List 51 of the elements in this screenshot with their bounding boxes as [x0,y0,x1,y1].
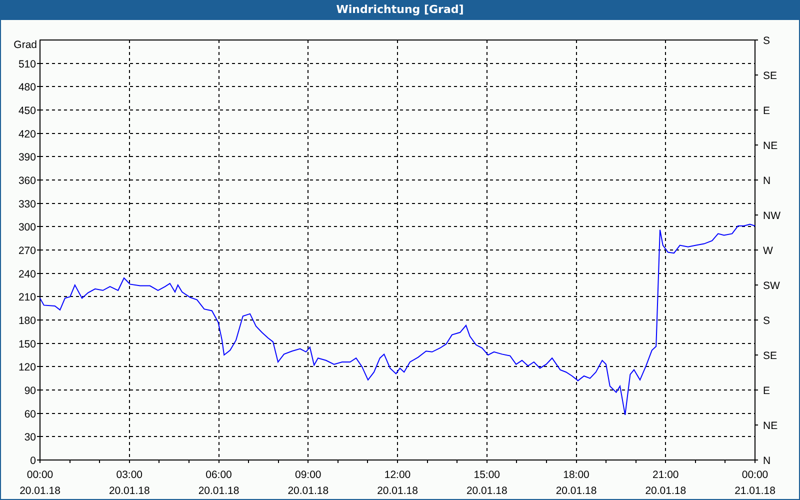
x-axis-label: 12:00 [384,469,411,481]
compass-label: E [763,105,770,117]
compass-label: NW [763,210,780,222]
y-axis-label: 300 [18,222,36,234]
y-axis-label: 450 [18,105,36,117]
compass-label: E [763,385,770,397]
x-axis-label: 21:00 [652,469,679,481]
y-axis-label: 420 [18,128,36,140]
date-label: 20.01.18 [288,485,329,497]
date-label: 20.01.18 [108,485,150,497]
date-label: 20.01.18 [20,485,60,497]
compass-label: N [763,455,771,467]
y-axis-label: 510 [18,58,36,70]
y-axis-label: 480 [18,82,36,94]
x-axis-label: 00:00 [26,469,54,481]
y-axis-label: 30 [24,432,36,444]
date-label: 20.01.18 [556,485,597,497]
compass-label: SE [763,350,778,362]
compass-label: N [763,175,771,187]
y-axis-label: 90 [24,385,36,397]
y-axis-label: 360 [18,175,36,187]
y-axis-label: 0 [30,455,36,467]
x-axis-label: 09:00 [294,469,322,481]
y-axis-label: 120 [18,362,36,374]
x-axis-label: 03:00 [116,469,143,481]
y-axis-label: 60 [24,408,36,420]
compass-label: S [763,315,770,327]
date-label: 20.01.18 [645,485,686,497]
y-axis-label: 210 [18,292,36,304]
y-axis-label: 330 [18,198,36,210]
y-axis-label: 270 [18,245,36,257]
compass-label: NE [763,140,778,152]
compass-label: S [763,35,770,47]
x-axis-label: 00:00 [742,469,768,481]
y-axis-label: 240 [18,268,36,280]
x-axis-label: 18:00 [563,469,590,481]
date-label: 20.01.18 [198,485,240,497]
y-axis-label: 180 [18,315,36,327]
y-axis-label: 390 [18,152,36,164]
y-axis-label: 150 [18,338,36,350]
window-title: Windrichtung [Grad] [336,3,464,17]
date-label: 21.01.18 [734,485,776,497]
compass-label: W [763,245,773,257]
x-axis-label: 06:00 [206,469,232,481]
date-label: 20.01.18 [377,485,418,497]
y-axis-title: Grad [14,39,37,51]
compass-label: NE [763,420,778,432]
x-axis-label: 15:00 [474,469,500,481]
compass-label: SW [763,280,780,292]
compass-label: SE [763,70,778,82]
date-label: 20.01.18 [466,485,508,497]
